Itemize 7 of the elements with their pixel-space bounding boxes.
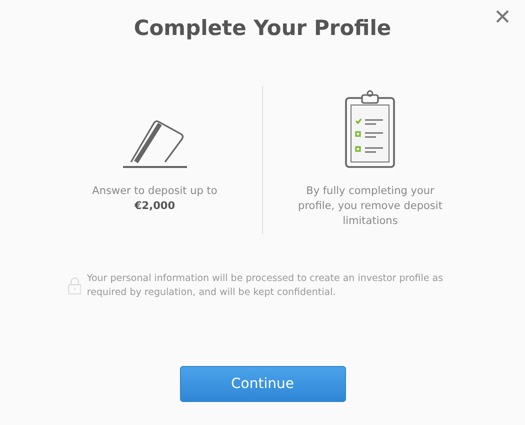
option-description: Answer to deposit up to €2,000 (91, 184, 218, 214)
clipboard-checklist-icon (345, 90, 396, 168)
option-description: By fully completing your profile, you remove deposit limitations (297, 184, 444, 229)
continue-button[interactable]: Continue (180, 366, 346, 402)
dialog-title: Complete Your Profile (134, 16, 392, 40)
close-icon[interactable] (496, 10, 509, 23)
privacy-notice: Your personal information will be processed to create an investor profile as required by regulation, and will be kept confidential. (86, 272, 444, 300)
